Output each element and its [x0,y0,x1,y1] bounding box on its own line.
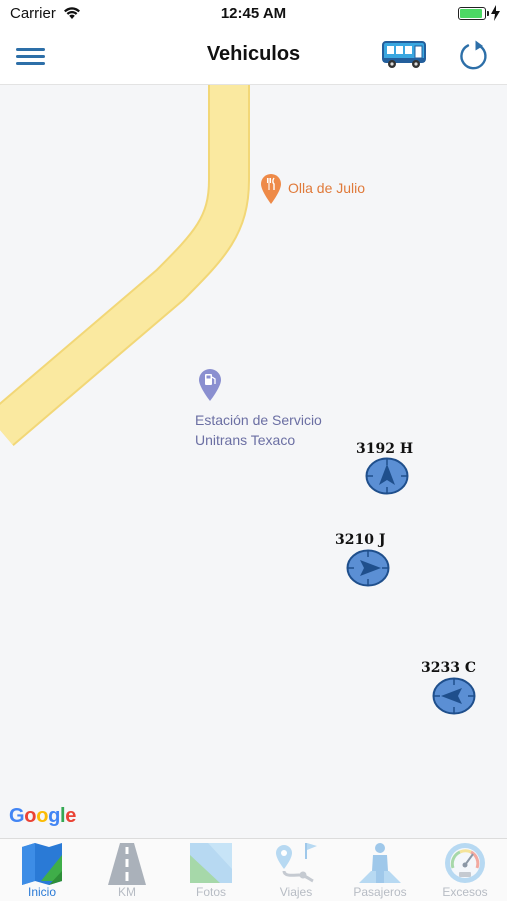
tab-viajes[interactable]: Viajes [254,839,338,901]
bus-icon[interactable] [380,38,430,72]
charging-bolt-icon [491,5,500,26]
poi-gas-station-label[interactable]: Estación de Servicio Unitrans Texaco [195,410,375,450]
vehicle-marker-icon[interactable] [432,677,476,715]
route-icon [273,841,319,885]
tab-excesos[interactable]: Excesos [423,839,507,901]
map-roads [0,85,250,446]
status-bar: Carrier 12:45 AM [0,0,507,28]
vehicle-label: 3210 J [335,532,386,548]
tab-label: KM [118,885,136,899]
page-title: Vehiculos [206,43,301,65]
poi-gas-station-line1: Estación de Servicio [195,412,322,428]
vehicle-marker-icon[interactable] [365,457,409,495]
poi-restaurant-label[interactable]: Olla de Julio [288,180,365,196]
passenger-icon [357,841,403,885]
tab-label: Viajes [279,885,313,899]
google-logo[interactable]: Google [9,805,76,828]
tab-label: Fotos [195,885,226,899]
tab-label: Excesos [442,885,488,899]
tab-km[interactable]: KM [85,839,169,901]
tab-fotos[interactable]: Fotos [169,839,253,901]
tab-inicio[interactable]: Inicio [0,839,84,901]
tab-pasajeros[interactable]: Pasajeros [338,839,422,901]
battery-icon [458,7,486,20]
battery-tip [487,11,489,16]
vehicle-marker-icon[interactable] [346,549,390,587]
restaurant-pin-icon[interactable] [260,173,282,210]
vehicle-label: 3233 C [421,660,476,676]
speedometer-icon [442,841,488,885]
poi-gas-station-line2: Unitrans Texaco [195,432,296,448]
tab-label: Pasajeros [353,885,407,899]
nav-bar: Vehiculos [0,28,507,85]
tab-label: Inicio [27,885,56,899]
hamburger-menu-icon[interactable] [14,42,48,70]
refresh-icon[interactable] [456,38,492,74]
map-view[interactable]: Olla de Julio Estación de Servicio Unitr… [0,85,507,838]
road-icon [104,841,150,885]
clock: 12:45 AM [220,5,287,22]
tab-bar: Inicio KM Fotos Viajes Pasajeros Excesos [0,838,507,901]
vehicle-label: 3192 H [356,441,414,457]
photos-icon [188,841,234,885]
map-icon [19,841,65,885]
gas-station-pin-icon[interactable] [198,368,222,407]
